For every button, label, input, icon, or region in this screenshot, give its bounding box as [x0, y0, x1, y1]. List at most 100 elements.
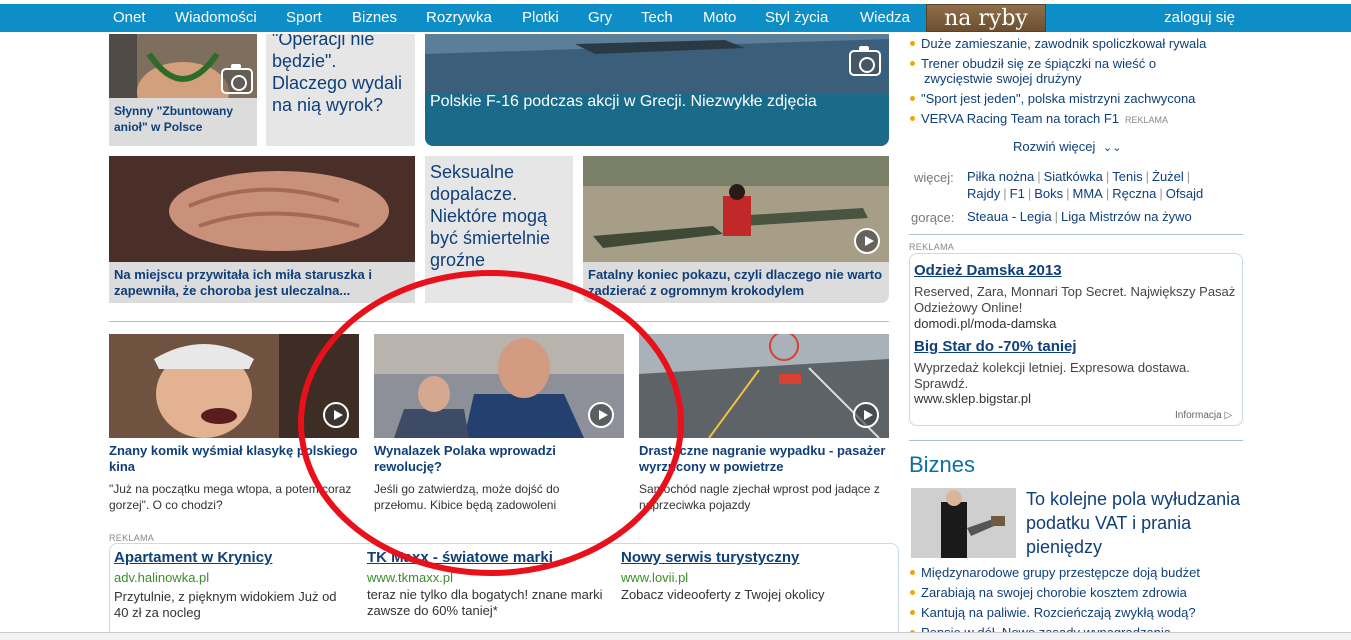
link-mma[interactable]: MMA — [1073, 186, 1103, 201]
list-item[interactable]: Kantują na paliwie. Rozcieńczają zwykłą … — [910, 604, 1196, 622]
link-f1[interactable]: F1 — [1010, 186, 1025, 201]
expand-more-button[interactable]: Rozwiń więcej ⌄⌄ — [1013, 139, 1121, 154]
inventor-photo — [374, 334, 624, 438]
list-item[interactable]: Międzynarodowe grupy przestępcze doją bu… — [910, 564, 1200, 582]
ad-title[interactable]: Nowy serwis turystyczny — [621, 549, 799, 566]
divider — [109, 321, 889, 322]
bullet-icon — [910, 610, 915, 616]
video-title[interactable]: Znany komik wyśmiał klasykę polskiego ki… — [109, 443, 359, 475]
dopalacze-text: Seksualne dopalacze. Niektóre mogą być ś… — [430, 162, 551, 270]
list-item[interactable]: "Sport jest jeden", polska mistrzyni zac… — [910, 90, 1195, 108]
nav-item-onet[interactable]: Onet — [113, 4, 146, 32]
na-ryby-logo[interactable]: na ryby — [926, 4, 1046, 32]
login-link[interactable]: zaloguj się — [1164, 4, 1235, 32]
video-thumb-accident[interactable] — [639, 334, 889, 438]
list-item-text: Międzynarodowe grupy przestępcze doją bu… — [921, 565, 1200, 580]
more-links: Piłka nożna | Siatkówka | Tenis | Żużel | Rajdy… — [967, 169, 1204, 201]
ad-url[interactable]: www.sklep.bigstar.pl — [914, 391, 1031, 407]
f16-caption: Polskie F-16 podczas akcji w Grecji. Nie… — [430, 93, 817, 110]
f16-photo — [425, 34, 889, 94]
play-icon[interactable] — [588, 402, 614, 428]
ad-title[interactable]: Odzież Damska 2013 — [914, 262, 1062, 279]
accident-photo — [639, 334, 889, 438]
crocodile-photo — [583, 156, 889, 262]
ad-title[interactable]: Apartament w Krynicy — [114, 549, 272, 566]
ad-desc: Zobacz videooferty z Twojej okolicy — [621, 587, 825, 602]
link-tenis[interactable]: Tenis — [1112, 169, 1142, 184]
ad-desc: Wyprzedaż kolekcji letniej. Expresowa do… — [914, 360, 1190, 391]
ad-url[interactable]: www.lovii.pl — [621, 570, 688, 585]
section-title-biznes[interactable]: Biznes — [909, 452, 975, 478]
tile-model[interactable]: Słynny "Zbuntowany anioł" w Polsce — [109, 34, 257, 146]
link-reczna[interactable]: Ręczna — [1112, 186, 1156, 201]
ad-info-label: Informacja — [1175, 410, 1222, 421]
ad-url[interactable]: adv.halinowka.pl — [114, 570, 209, 585]
video-thumb-inventor[interactable] — [374, 334, 624, 438]
nav-item-wiedza[interactable]: Wiedza — [860, 4, 910, 32]
video-desc: Samochód nagle zjechał wprost pod jadące… — [639, 482, 880, 512]
ad-info-link[interactable]: Informacja ▷ — [1175, 410, 1232, 421]
ad-title[interactable]: Big Star do -70% taniej — [914, 338, 1077, 355]
chevron-down-icon: ⌄⌄ — [1103, 142, 1122, 154]
tile-crocodile[interactable]: Fatalny koniec pokazu, czyli dlaczego ni… — [583, 156, 889, 303]
tile-hands[interactable]: Na miejscu przywitała ich miła staruszka… — [109, 156, 415, 303]
reklama-tag: REKLAMA — [1125, 115, 1169, 125]
play-icon[interactable] — [853, 402, 879, 428]
tile-dopalacze[interactable]: Seksualne dopalacze. Niektóre mogą być ś… — [425, 156, 573, 303]
ad-label: REKLAMA — [909, 242, 955, 252]
list-item-continuation[interactable]: zwycięstwie swojej drużyny — [924, 70, 1082, 88]
list-item-text: Kantują na paliwie. Rozcieńczają zwykłą … — [921, 605, 1196, 620]
video-title[interactable]: Drastyczne nagranie wypadku - pasażer wy… — [639, 443, 889, 475]
nav-item-styl-zycia[interactable]: Styl życia — [765, 4, 828, 32]
biznes-photo[interactable] — [911, 488, 1016, 558]
list-item-text: VERVA Racing Team na torach F1 — [921, 111, 1119, 126]
link-boks[interactable]: Boks — [1034, 186, 1063, 201]
nav-item-biznes[interactable]: Biznes — [352, 4, 397, 32]
nav-item-rozrywka[interactable]: Rozrywka — [426, 4, 492, 32]
link-liga-mistrzow[interactable]: Liga Mistrzów na żywo — [1061, 209, 1192, 224]
link-siatkowka[interactable]: Siatkówka — [1044, 169, 1103, 184]
ad-title[interactable]: TK Maxx - światowe marki — [367, 549, 553, 566]
nav-item-tech[interactable]: Tech — [641, 4, 673, 32]
hot-label: gorące: — [911, 210, 955, 225]
nav-item-wiadomosci[interactable]: Wiadomości — [175, 4, 257, 32]
link-zuzel[interactable]: Żużel — [1152, 169, 1184, 184]
link-rajdy[interactable]: Rajdy — [967, 186, 1000, 201]
video-thumb-comedian[interactable] — [109, 334, 359, 438]
horizontal-scrollbar[interactable] — [0, 632, 1351, 640]
tile-f16[interactable]: Polskie F-16 podczas akcji w Grecji. Nie… — [425, 34, 889, 146]
nav-item-plotki[interactable]: Plotki — [522, 4, 559, 32]
expand-label: Rozwiń więcej — [1013, 139, 1096, 154]
bullet-icon — [910, 590, 915, 596]
list-item-text: Zarabiają na swojej chorobie kosztem zdr… — [921, 585, 1187, 600]
list-item-text: Duże zamieszanie, zawodnik spoliczkował … — [921, 36, 1207, 51]
ad-url[interactable]: www.tkmaxx.pl — [367, 570, 453, 585]
list-item[interactable]: Zarabiają na swojej chorobie kosztem zdr… — [910, 584, 1187, 602]
verdict-text: "Operacji nie będzie". Dlaczego wydali n… — [272, 34, 403, 115]
hot-links: Steaua - Legia | Liga Mistrzów na żywo — [967, 209, 1192, 224]
link-steaua-legia[interactable]: Steaua - Legia — [967, 209, 1052, 224]
video-title[interactable]: Wynalazek Polaka wprowadzi rewolucję? — [374, 443, 624, 475]
link-ofsajd[interactable]: Ofsajd — [1166, 186, 1204, 201]
play-icon[interactable] — [323, 402, 349, 428]
bullet-icon — [910, 96, 915, 102]
nav-item-gry[interactable]: Gry — [588, 4, 612, 32]
model-caption: Słynny "Zbuntowany anioł" w Polsce — [114, 104, 234, 134]
nav-item-sport[interactable]: Sport — [286, 4, 322, 32]
adchoices-icon: ▷ — [1224, 410, 1233, 421]
nav-item-moto[interactable]: Moto — [703, 4, 736, 32]
divider — [909, 234, 1243, 235]
tile-verdict[interactable]: "Operacji nie będzie". Dlaczego wydali n… — [266, 34, 415, 146]
crocodile-caption: Fatalny koniec pokazu, czyli dlaczego ni… — [588, 267, 883, 298]
biznes-headline[interactable]: To kolejne pola wyłudzania podatku VAT i… — [1026, 487, 1256, 559]
play-icon[interactable] — [854, 228, 880, 254]
list-item[interactable]: Duże zamieszanie, zawodnik spoliczkował … — [910, 35, 1206, 53]
ad-url[interactable]: domodi.pl/moda-damska — [914, 316, 1056, 332]
list-item-text: "Sport jest jeden", polska mistrzyni zac… — [921, 91, 1196, 106]
divider — [909, 440, 1243, 441]
list-item[interactable]: VERVA Racing Team na torach F1 REKLAMA — [910, 110, 1168, 129]
hands-photo — [109, 156, 415, 262]
camera-icon — [221, 64, 253, 94]
ad-desc: teraz nie tylko dla bogatych! znane mark… — [367, 587, 603, 618]
link-pilka-nozna[interactable]: Piłka nożna — [967, 169, 1034, 184]
